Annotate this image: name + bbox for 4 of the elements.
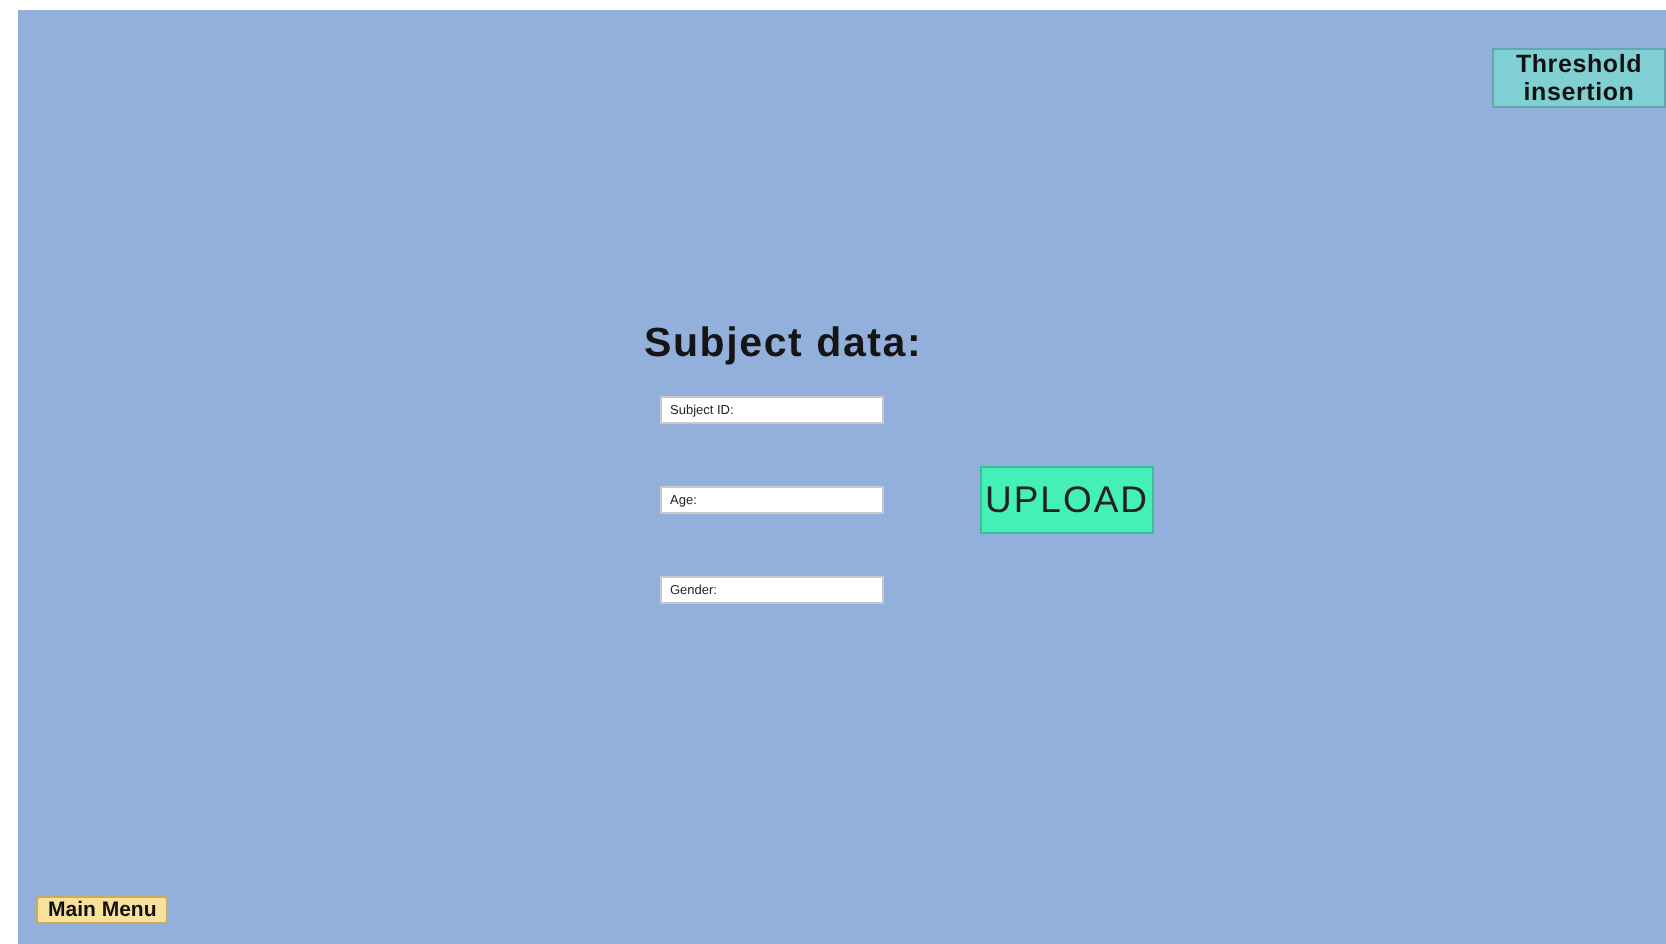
threshold-insertion-button[interactable]: Threshold insertion bbox=[1492, 48, 1666, 108]
main-menu-button[interactable]: Main Menu bbox=[36, 896, 169, 924]
form-title: Subject data: bbox=[644, 320, 925, 366]
upload-button[interactable]: UPLOAD bbox=[980, 466, 1154, 534]
